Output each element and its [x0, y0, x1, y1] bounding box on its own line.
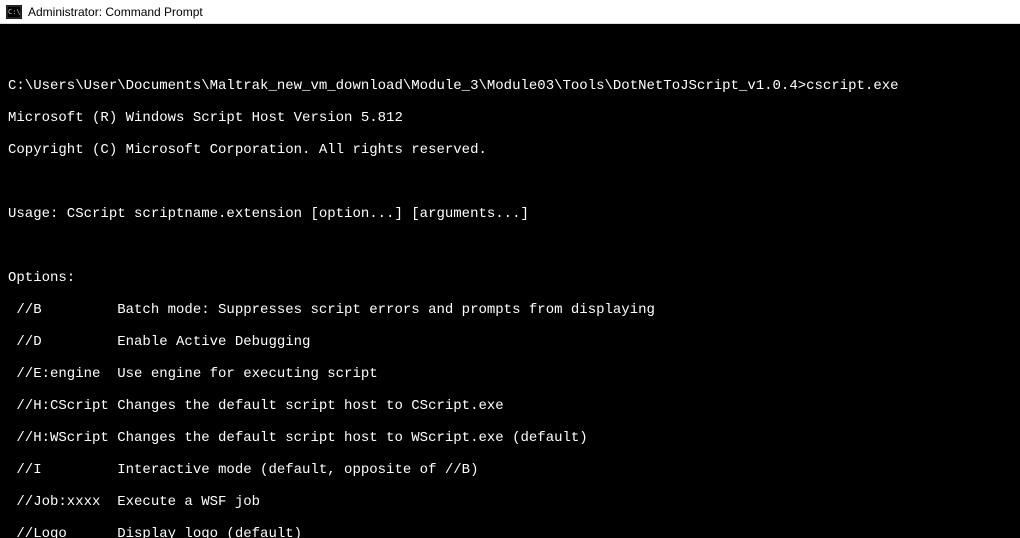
- output-line: [8, 46, 1012, 62]
- output-line: Usage: CScript scriptname.extension [opt…: [8, 206, 1012, 222]
- output-line: //H:CScript Changes the default script h…: [8, 398, 1012, 414]
- output-line: C:\Users\User\Documents\Maltrak_new_vm_d…: [8, 78, 1012, 94]
- output-line: //I Interactive mode (default, opposite …: [8, 462, 1012, 478]
- output-line: //E:engine Use engine for executing scri…: [8, 366, 1012, 382]
- output-line: Microsoft (R) Windows Script Host Versio…: [8, 110, 1012, 126]
- titlebar[interactable]: C:\ Administrator: Command Prompt: [0, 0, 1020, 24]
- output-line: [8, 174, 1012, 190]
- output-line: //D Enable Active Debugging: [8, 334, 1012, 350]
- output-line: //B Batch mode: Suppresses script errors…: [8, 302, 1012, 318]
- output-line: Options:: [8, 270, 1012, 286]
- output-line: //H:WScript Changes the default script h…: [8, 430, 1012, 446]
- output-line: Copyright (C) Microsoft Corporation. All…: [8, 142, 1012, 158]
- svg-text:C:\: C:\: [8, 8, 21, 16]
- output-line: //Job:xxxx Execute a WSF job: [8, 494, 1012, 510]
- output-line: //Logo Display logo (default): [8, 526, 1012, 538]
- terminal-output[interactable]: C:\Users\User\Documents\Maltrak_new_vm_d…: [0, 24, 1020, 538]
- output-line: [8, 238, 1012, 254]
- cmd-icon: C:\: [6, 5, 22, 19]
- titlebar-text: Administrator: Command Prompt: [28, 5, 203, 19]
